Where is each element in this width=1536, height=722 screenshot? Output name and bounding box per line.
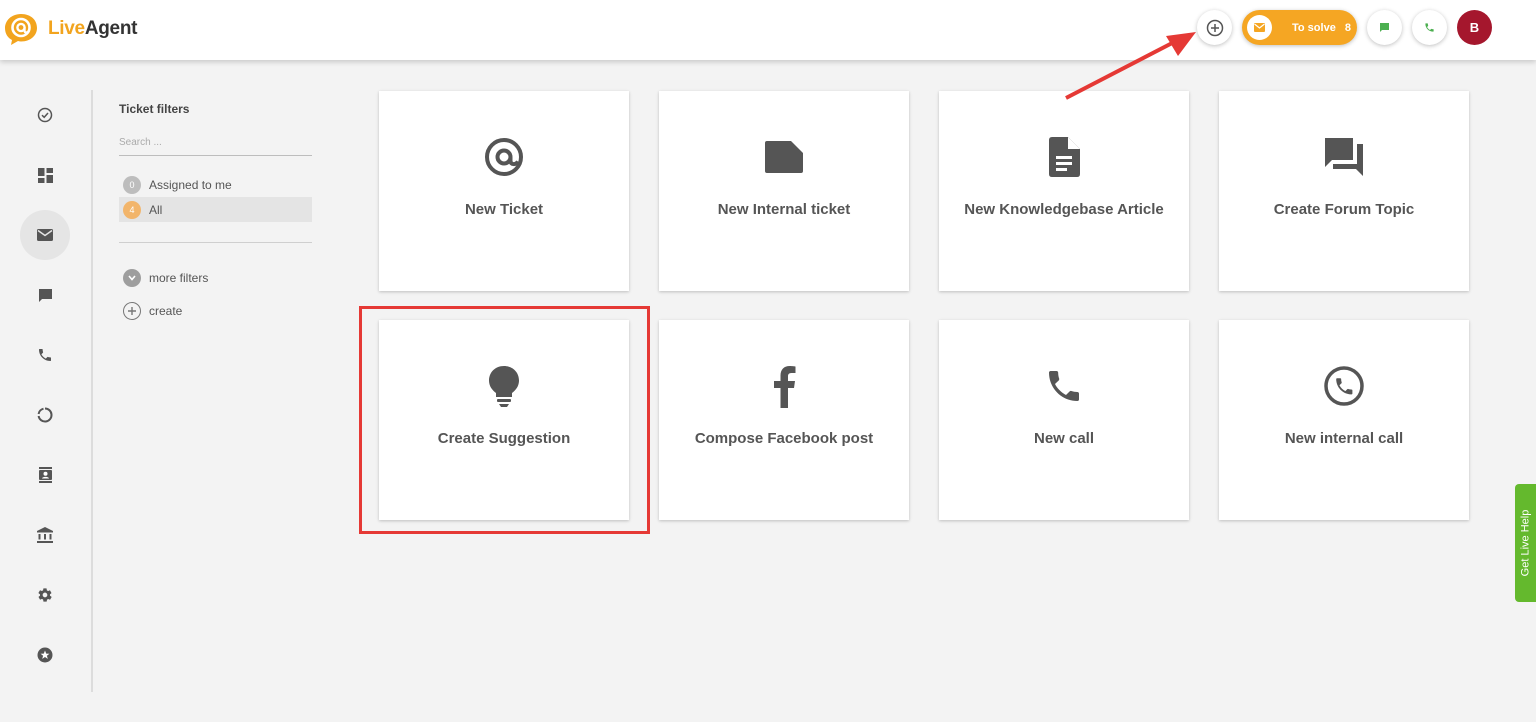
live-help-label: Get Live Help [1519, 509, 1532, 577]
filter-label: Assigned to me [149, 177, 232, 192]
forum-icon [1322, 135, 1366, 179]
nav-item-configuration[interactable] [20, 570, 70, 620]
logo-live-text: Live [48, 18, 85, 39]
annotation-arrow [1065, 32, 1196, 100]
phone-icon [1042, 364, 1086, 408]
chevron-down-icon [123, 268, 141, 287]
tile-label: New call [1033, 430, 1095, 447]
create-filter-label: create [149, 303, 183, 318]
facebook-icon [762, 364, 806, 408]
top-header: LiveAgent To solve 8 B [0, 0, 1536, 60]
more-filters-button[interactable]: more filters [119, 265, 312, 290]
envelope-icon [1247, 15, 1272, 40]
internal-call-icon [1322, 364, 1366, 408]
filter-all[interactable]: 4 All [119, 197, 312, 222]
filter-search-input[interactable] [119, 130, 312, 156]
app-logo[interactable]: LiveAgent [4, 12, 137, 46]
call-status-button[interactable] [1412, 10, 1447, 45]
tile-new-internal-call[interactable]: New internal call [1219, 320, 1469, 520]
note-icon [762, 135, 806, 179]
tile-new-ticket[interactable]: New Ticket [379, 91, 629, 291]
filter-label: All [149, 202, 163, 217]
filters-title: Ticket filters [119, 102, 190, 116]
filter-assigned-to-me[interactable]: 0 Assigned to me [119, 172, 312, 197]
check-circle-icon [37, 107, 53, 123]
tile-label: Create Forum Topic [1273, 201, 1415, 218]
nav-item-plugins[interactable] [20, 630, 70, 680]
plus-circle-icon [1206, 19, 1223, 36]
contacts-icon [38, 467, 52, 483]
tile-label: Compose Facebook post [694, 430, 874, 447]
filter-count-badge: 4 [123, 200, 141, 219]
logo-text: LiveAgent [48, 18, 137, 40]
dashboard-icon [37, 167, 53, 183]
tile-label: New internal call [1284, 430, 1404, 447]
nav-item-chats[interactable] [20, 270, 70, 320]
document-icon [1042, 135, 1086, 179]
phone-icon [1425, 23, 1434, 32]
tile-new-internal-ticket[interactable]: New Internal ticket [659, 91, 909, 291]
tile-new-knowledgebase-article[interactable]: New Knowledgebase Article [939, 91, 1189, 291]
tile-label: New Internal ticket [717, 201, 851, 218]
more-filters-label: more filters [149, 270, 209, 285]
plus-circle-icon [123, 301, 141, 320]
chat-icon [38, 288, 52, 302]
get-live-help-tab[interactable]: Get Live Help [1515, 484, 1536, 602]
nav-item-dashboard[interactable] [20, 150, 70, 200]
nav-item-calls[interactable] [20, 330, 70, 380]
annotation-highlight-box [359, 306, 650, 534]
add-new-button[interactable] [1197, 10, 1232, 45]
ticket-filters-panel: Ticket filters 0 Assigned to me 4 All mo… [119, 90, 312, 323]
tile-compose-facebook-post[interactable]: Compose Facebook post [659, 320, 909, 520]
tile-create-forum-topic[interactable]: Create Forum Topic [1219, 91, 1469, 291]
nav-item-tickets[interactable] [20, 210, 70, 260]
nav-item-tasks[interactable] [20, 90, 70, 140]
tile-label: New Ticket [464, 201, 544, 218]
logo-agent-text: Agent [84, 18, 138, 39]
filter-count-badge: 0 [123, 175, 141, 194]
nav-item-contacts[interactable] [20, 450, 70, 500]
at-icon [482, 135, 526, 179]
star-icon [37, 647, 53, 663]
gear-icon [38, 588, 52, 602]
phone-icon [39, 349, 51, 361]
to-solve-label: To solve [1292, 21, 1336, 34]
knowledgebase-icon [37, 527, 53, 543]
to-solve-button[interactable]: To solve 8 [1242, 10, 1357, 45]
rail-divider [91, 90, 93, 692]
main-nav-rail [0, 60, 92, 722]
nav-item-reports[interactable] [20, 390, 70, 440]
nav-item-knowledgebase[interactable] [20, 510, 70, 560]
to-solve-count: 8 [1344, 21, 1351, 34]
envelope-icon [37, 229, 53, 241]
filters-divider [119, 242, 312, 243]
chat-status-button[interactable] [1367, 10, 1402, 45]
reports-icon [37, 407, 53, 423]
tile-new-call[interactable]: New call [939, 320, 1189, 520]
create-filter-button[interactable]: create [119, 298, 312, 323]
user-avatar[interactable]: B [1457, 10, 1492, 45]
chat-icon [1380, 23, 1389, 32]
liveagent-logo-icon [5, 14, 37, 45]
tile-label: New Knowledgebase Article [964, 201, 1164, 218]
